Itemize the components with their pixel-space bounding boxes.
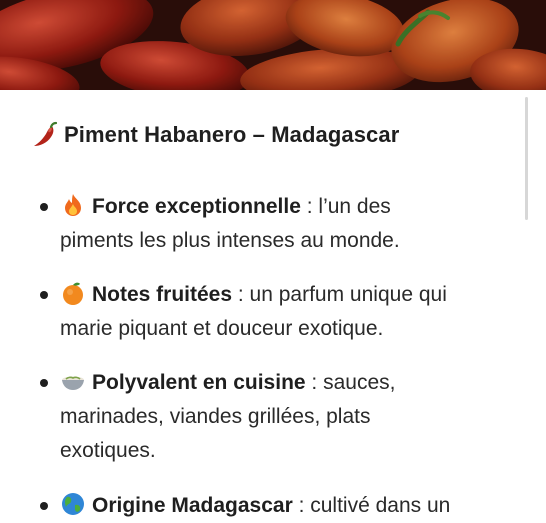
feature-text: : sauces, — [305, 371, 396, 394]
feature-label: Notes fruitées — [92, 283, 233, 306]
list-item-line: piments les plus intenses au monde. — [60, 229, 400, 252]
orange-icon — [60, 280, 86, 306]
bullet-dot — [40, 291, 48, 299]
globe-icon — [60, 491, 86, 517]
product-description: Piment Habanero – Madagascar Force excep… — [0, 90, 546, 517]
feature-label: Origine Madagascar — [92, 494, 293, 517]
bowl-icon — [60, 368, 86, 394]
dried-peppers-illustration — [0, 0, 546, 90]
fire-icon — [60, 192, 86, 218]
feature-text: : cultivé dans un — [292, 494, 451, 517]
feature-text: : un parfum unique qui — [232, 283, 447, 306]
list-item-line: Origine Madagascar : cultivé dans un — [60, 489, 450, 523]
list-item-line: marie piquant et douceur exotique. — [60, 317, 384, 340]
hero-image — [0, 0, 546, 90]
list-item-line: Notes fruitées : un parfum unique qui — [60, 278, 447, 312]
list-item-line: marinades, viandes grillées, plats — [60, 405, 371, 428]
list-item-line: exotiques. — [60, 439, 156, 462]
list-item-line: Polyvalent en cuisine : sauces, — [60, 366, 395, 400]
feature-label: Polyvalent en cuisine — [92, 371, 306, 394]
chili-pepper-icon — [30, 121, 58, 149]
feature-label: Force exceptionnelle — [92, 195, 301, 218]
bullet-dot — [40, 203, 48, 211]
bullet-dot — [40, 379, 48, 387]
feature-text: : l’un des — [300, 195, 391, 218]
title-row: Piment Habanero – Madagascar — [30, 118, 399, 152]
bullet-dot — [40, 502, 48, 510]
list-item-line: Force exceptionnelle : l’un des — [60, 190, 391, 224]
page-title: Piment Habanero – Madagascar — [64, 122, 400, 147]
